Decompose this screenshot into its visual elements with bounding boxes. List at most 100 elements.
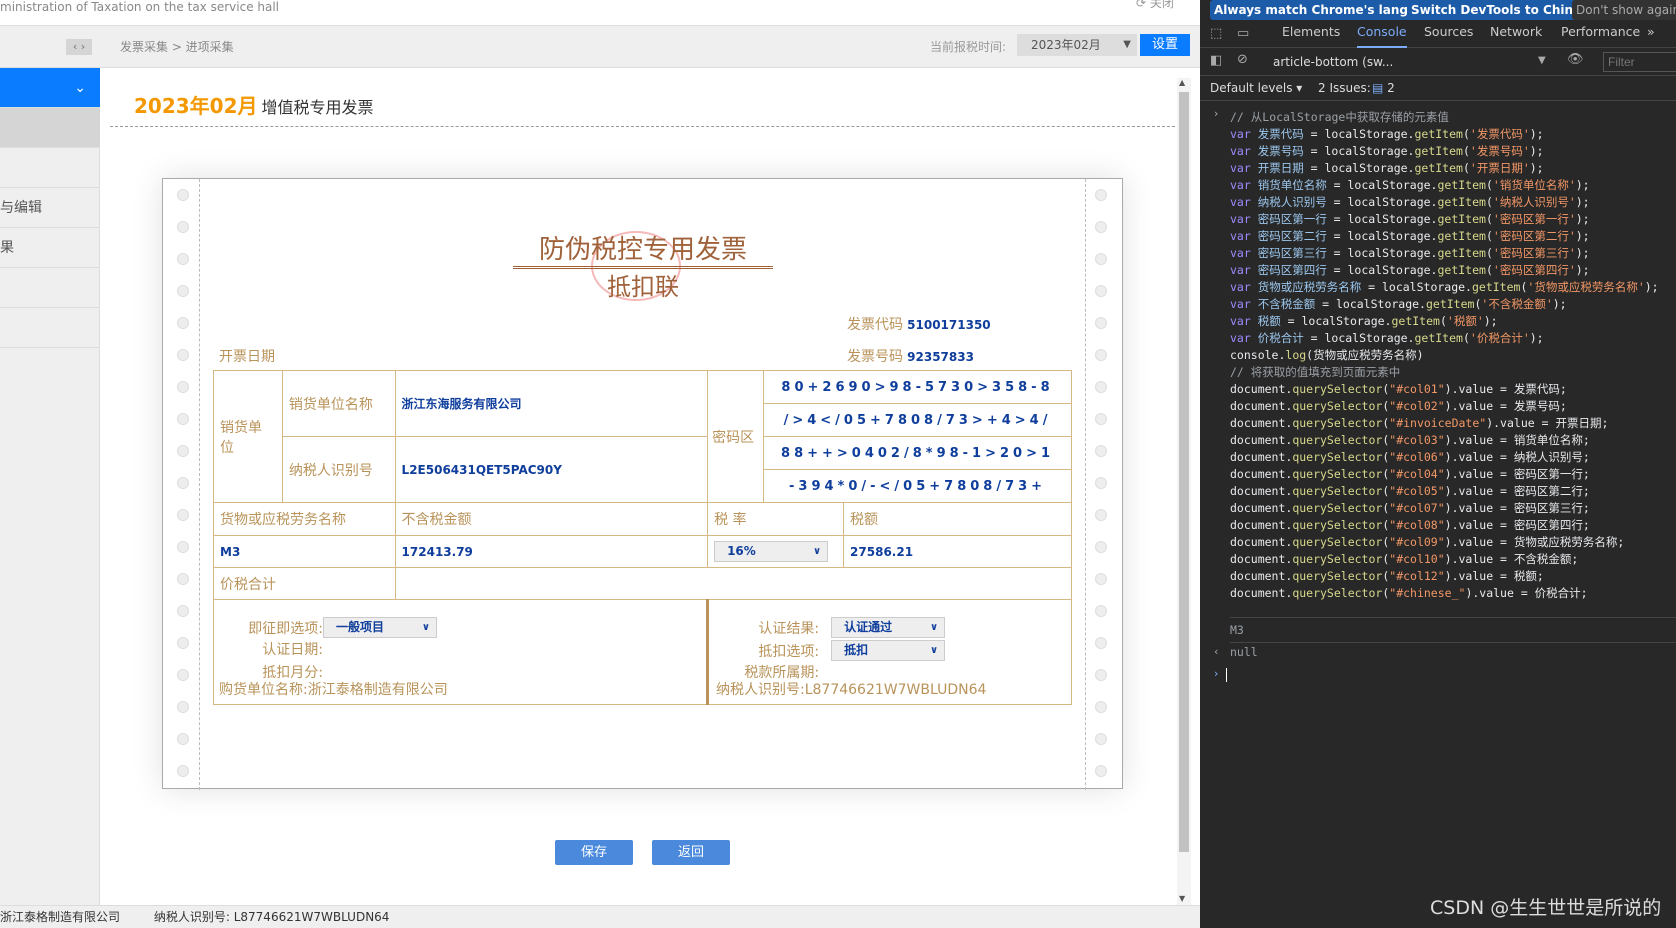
cipher-row-3[interactable]: 88++>0402/8*98-1>20>1 [763, 436, 1072, 470]
buyer-info: 购货单位名称:浙江泰格制造有限公司 [219, 679, 448, 699]
buyer-name: 浙江泰格制造有限公司 [307, 682, 448, 698]
device-toggle-icon[interactable]: ▭ [1237, 26, 1249, 41]
sidebar-item[interactable] [0, 308, 100, 348]
cipher-row-2[interactable]: />4</05+7808/73>+4>4/ [763, 403, 1072, 437]
sidebar-item[interactable] [0, 268, 100, 308]
code-token: querySelector [1292, 535, 1383, 549]
seller-name-value[interactable]: 浙江东海服务有限公司 [394, 370, 709, 437]
perforation-hole [1095, 669, 1107, 681]
more-tabs-icon[interactable]: » [1647, 24, 1655, 39]
amount-value[interactable]: 172413.79 [394, 535, 709, 568]
scrollbar-thumb[interactable] [1179, 92, 1189, 852]
console-code-line: var 发票代码 = localStorage.getItem('发票代码'); [1230, 126, 1544, 143]
tab-elements[interactable]: Elements [1282, 24, 1340, 39]
code-token: "#col04" [1389, 467, 1445, 481]
input-prompt-icon: › [1214, 107, 1219, 120]
set-button[interactable]: 设置 [1140, 34, 1190, 56]
code-token: ); [1529, 144, 1544, 158]
levels-dropdown[interactable]: Default levels ▾ [1210, 81, 1302, 95]
code-token: querySelector [1292, 450, 1383, 464]
divider [1230, 642, 1676, 643]
period-label: 当前报税时间: [930, 40, 1007, 54]
tab-performance[interactable]: Performance [1561, 24, 1640, 39]
perforation-hole [177, 637, 189, 649]
chevron-down-icon[interactable]: ▼ [1538, 55, 1546, 66]
auth-result-select[interactable]: 认证通过 ∨ [831, 617, 946, 638]
console-code-line: document.querySelector("#col06").value =… [1230, 449, 1590, 466]
cipher-row-4[interactable]: -394*0/-</05+7808/73+ [763, 469, 1072, 503]
code-token: ).value = 货物或应税劳务名称; [1444, 535, 1625, 549]
console-code-line: var 密码区第四行 = localStorage.getItem('密码区第四… [1230, 262, 1590, 279]
code-token: ( [1485, 246, 1493, 260]
deduct-option-select[interactable]: 抵扣 ∨ [831, 640, 946, 661]
cipher-row-1[interactable]: 80+2690>98-5730>358-8 [763, 370, 1072, 404]
code-token: console. [1230, 348, 1286, 362]
perforation-hole [1095, 253, 1107, 265]
sidebar-toggle-arrows[interactable]: ‹ › [66, 39, 92, 55]
code-token: "#invoiceDate" [1389, 416, 1487, 430]
clear-console-icon[interactable]: ⊘ [1237, 52, 1248, 67]
tab-sources[interactable]: Sources [1424, 24, 1473, 39]
jzjt-select[interactable]: 一般项目 ∨ [323, 617, 437, 638]
issues-label[interactable]: 2 Issues: [1318, 81, 1371, 95]
jzjt-value: 一般项目 [336, 620, 385, 634]
tab-console[interactable]: Console [1357, 24, 1407, 48]
code-token: log [1285, 348, 1307, 362]
page-title: 2023年02月 增值税专用发票 [134, 90, 374, 119]
scroll-up-icon[interactable]: ▲ [1179, 78, 1185, 87]
code-token: = localStorage. [1303, 144, 1415, 158]
filter-input[interactable] [1603, 52, 1676, 72]
code-token: "#col09" [1389, 535, 1445, 549]
perforation-hole [1095, 637, 1107, 649]
invoice-code-value[interactable]: 5100171350 [907, 318, 991, 332]
perforation-hole [177, 445, 189, 457]
tab-network[interactable]: Network [1490, 24, 1542, 39]
scrollbar[interactable]: ▲ ▼ [1177, 78, 1191, 905]
seller-label: 销货单位 [213, 370, 283, 503]
code-token: "#col10" [1389, 552, 1445, 566]
perforation-hole [177, 509, 189, 521]
sidebar-item-selected[interactable] [0, 108, 100, 148]
buyer-taxid: 纳税人识别号:L87746621W7WBLUDN64 [716, 679, 986, 699]
sidebar-item-result[interactable]: 果 [0, 228, 100, 268]
perforation-hole [1095, 445, 1107, 457]
sidebar-item[interactable] [0, 148, 100, 188]
eye-icon[interactable]: 👁 [1567, 52, 1584, 67]
perforation-hole [177, 381, 189, 393]
code-token: var [1230, 178, 1258, 192]
close-link[interactable]: ⟳ 关闭 [1136, 0, 1174, 11]
console-code-line: document.querySelector("#col04").value =… [1230, 466, 1590, 483]
perforation-hole [177, 221, 189, 233]
total-value[interactable] [394, 567, 1073, 600]
tax-value[interactable]: 27586.21 [843, 535, 1072, 568]
back-button[interactable]: 返回 [652, 840, 730, 865]
scroll-down-icon[interactable]: ▼ [1179, 894, 1185, 903]
context-selector[interactable]: article-bottom (sw... [1273, 55, 1393, 69]
code-token: ( [1485, 212, 1493, 226]
invoice-number-value[interactable]: 92357833 [907, 350, 974, 364]
issues-count[interactable]: ▤ 2 [1372, 81, 1395, 95]
period-select[interactable]: 2023年02月 ▼ [1017, 34, 1137, 56]
inspect-icon[interactable]: ⬚ [1210, 26, 1222, 41]
perforation-hole [1095, 317, 1107, 329]
code-token: '密码区第三行' [1492, 246, 1576, 260]
dont-show-button[interactable]: Don't show again [1572, 0, 1676, 20]
save-button[interactable]: 保存 [555, 840, 633, 865]
code-token: ).value = 密码区第三行; [1444, 501, 1590, 515]
sidebar-item-active[interactable]: ⌄ [0, 68, 100, 108]
console-code-line: document.querySelector("#col01").value =… [1230, 381, 1567, 398]
goods-value[interactable]: M3 [213, 535, 396, 568]
code-token: var [1230, 127, 1258, 141]
perforation-hole [1095, 765, 1107, 777]
code-token: document. [1230, 552, 1293, 566]
console-code-line: document.querySelector("#chinese_").valu… [1230, 585, 1588, 602]
main-content: 2023年02月 增值税专用发票 防伪税控专用发票 抵扣联 发票代码 510017… [100, 68, 1200, 905]
sidebar-toggle-icon[interactable]: ◧ [1210, 53, 1222, 68]
tax-rate-select[interactable]: 16% ∨ [714, 541, 829, 562]
sidebar-item-edit[interactable]: 与编辑 [0, 188, 100, 228]
total-label: 价税合计 [213, 567, 396, 600]
code-token: "#col08" [1389, 518, 1445, 532]
code-token: "#col02" [1389, 399, 1445, 413]
console-input[interactable] [1226, 668, 1227, 682]
seller-taxid-value[interactable]: L2E506431QET5PAC90Y [394, 436, 709, 503]
